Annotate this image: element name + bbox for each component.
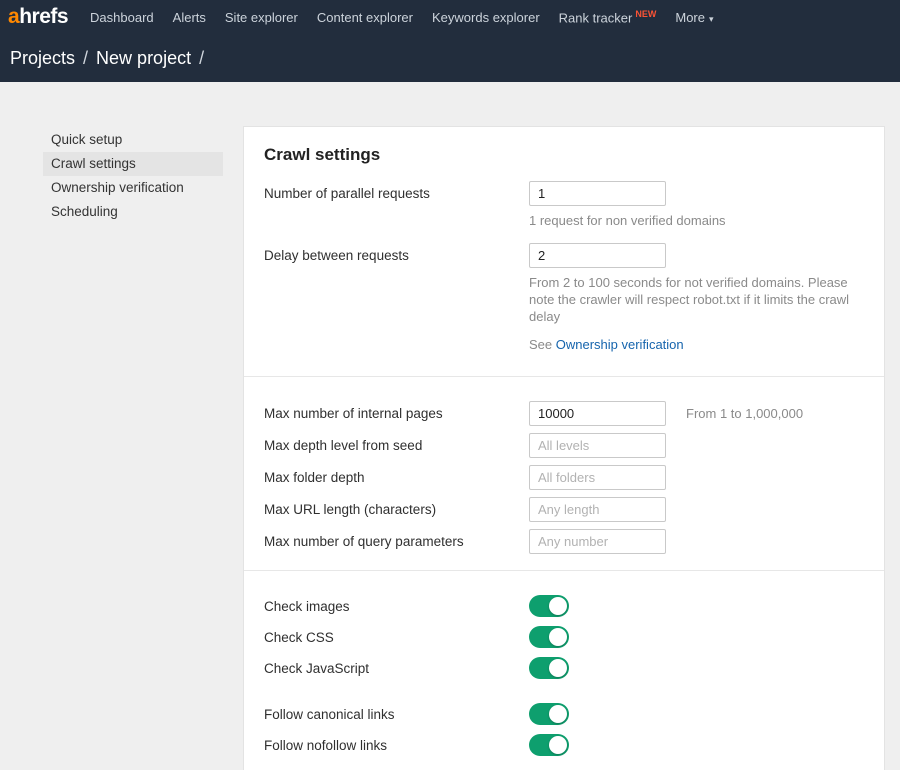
sidebar-item-crawl-settings[interactable]: Crawl settings — [43, 152, 223, 176]
form-row-max-depth: Max depth level from seed — [264, 433, 860, 458]
form-field: 1 request for non verified domains — [529, 181, 860, 229]
breadcrumb-separator: / — [83, 48, 88, 69]
form-row-parallel-requests: Number of parallel requests 1 request fo… — [264, 181, 860, 229]
nav-item-label: Rank tracker — [559, 10, 633, 25]
toggle-knob — [549, 705, 567, 723]
form-field — [529, 465, 860, 490]
form-row-max-query-params: Max number of query parameters — [264, 529, 860, 554]
nav-item-more[interactable]: More ▾ — [675, 10, 713, 25]
breadcrumb-projects[interactable]: Projects — [10, 48, 75, 69]
check-images-toggle[interactable] — [529, 595, 569, 617]
max-url-length-input[interactable] — [529, 497, 666, 522]
field-label: Follow canonical links — [264, 707, 529, 722]
toggle-row-check-css: Check CSS — [264, 626, 860, 648]
toggle-knob — [549, 736, 567, 754]
field-label: Follow nofollow links — [264, 738, 529, 753]
field-label: Delay between requests — [264, 243, 529, 352]
ahrefs-logo[interactable]: ahrefs — [8, 5, 68, 29]
nav-item-rank-tracker[interactable]: Rank trackerNEW — [559, 9, 657, 25]
form-field — [529, 497, 860, 522]
field-label: Max folder depth — [264, 465, 529, 490]
max-folder-depth-input[interactable] — [529, 465, 666, 490]
range-note: From 1 to 1,000,000 — [686, 406, 803, 421]
nav-item-site-explorer[interactable]: Site explorer — [225, 10, 298, 25]
sidebar-item-ownership-verification[interactable]: Ownership verification — [43, 176, 223, 200]
chevron-down-icon: ▾ — [709, 14, 714, 24]
field-label: Check images — [264, 599, 529, 614]
divider — [244, 376, 884, 377]
max-depth-input[interactable] — [529, 433, 666, 458]
main-navbar: ahrefs Dashboard Alerts Site explorer Co… — [0, 0, 900, 34]
form-field: From 1 to 1,000,000 — [529, 401, 860, 426]
crawl-settings-card: Crawl settings Number of parallel reques… — [243, 126, 885, 770]
breadcrumb: Projects / New project / — [0, 34, 900, 82]
field-label: Check CSS — [264, 630, 529, 645]
toggle-row-follow-nofollow: Follow nofollow links — [264, 734, 860, 756]
field-helper-text: From 2 to 100 seconds for not verified d… — [529, 274, 860, 325]
delay-input[interactable] — [529, 243, 666, 268]
field-label: Max number of internal pages — [264, 401, 529, 426]
ownership-verification-link[interactable]: Ownership verification — [556, 337, 684, 352]
form-row-max-internal-pages: Max number of internal pages From 1 to 1… — [264, 401, 860, 426]
divider — [244, 570, 884, 571]
field-label: Max depth level from seed — [264, 433, 529, 458]
nav-item-content-explorer[interactable]: Content explorer — [317, 10, 413, 25]
toggle-row-check-images: Check images — [264, 595, 860, 617]
form-row-delay: Delay between requests From 2 to 100 sec… — [264, 243, 860, 352]
check-css-toggle[interactable] — [529, 626, 569, 648]
breadcrumb-new-project[interactable]: New project — [96, 48, 191, 69]
see-line: See Ownership verification — [529, 337, 860, 352]
toggle-knob — [549, 659, 567, 677]
sidebar-item-quick-setup[interactable]: Quick setup — [43, 128, 223, 152]
toggle-knob — [549, 597, 567, 615]
nav-item-keywords-explorer[interactable]: Keywords explorer — [432, 10, 540, 25]
nav-item-dashboard[interactable]: Dashboard — [90, 10, 154, 25]
toggle-row-check-javascript: Check JavaScript — [264, 657, 860, 679]
toggle-knob — [549, 628, 567, 646]
field-helper-text: 1 request for non verified domains — [529, 212, 860, 229]
follow-nofollow-toggle[interactable] — [529, 734, 569, 756]
page-body: Quick setup Crawl settings Ownership ver… — [0, 82, 900, 770]
form-field — [529, 433, 860, 458]
form-row-max-folder-depth: Max folder depth — [264, 465, 860, 490]
nav-item-label: More — [675, 10, 705, 25]
logo-letter-a: a — [8, 5, 19, 28]
sidebar-item-scheduling[interactable]: Scheduling — [43, 200, 223, 224]
nav-item-alerts[interactable]: Alerts — [173, 10, 206, 25]
field-label: Max URL length (characters) — [264, 497, 529, 522]
form-field: From 2 to 100 seconds for not verified d… — [529, 243, 860, 352]
parallel-requests-input[interactable] — [529, 181, 666, 206]
new-badge: NEW — [635, 9, 656, 19]
settings-sidebar: Quick setup Crawl settings Ownership ver… — [0, 126, 243, 770]
logo-rest: hrefs — [19, 5, 68, 28]
field-label: Number of parallel requests — [264, 181, 529, 229]
form-field — [529, 529, 860, 554]
field-label: Check JavaScript — [264, 661, 529, 676]
see-label: See — [529, 337, 556, 352]
field-label: Max number of query parameters — [264, 529, 529, 554]
toggle-row-follow-canonical: Follow canonical links — [264, 703, 860, 725]
max-query-params-input[interactable] — [529, 529, 666, 554]
max-internal-pages-input[interactable] — [529, 401, 666, 426]
form-row-max-url-length: Max URL length (characters) — [264, 497, 860, 522]
check-javascript-toggle[interactable] — [529, 657, 569, 679]
breadcrumb-separator: / — [199, 48, 204, 69]
follow-canonical-toggle[interactable] — [529, 703, 569, 725]
top-header: ahrefs Dashboard Alerts Site explorer Co… — [0, 0, 900, 82]
page-title: Crawl settings — [264, 145, 860, 165]
